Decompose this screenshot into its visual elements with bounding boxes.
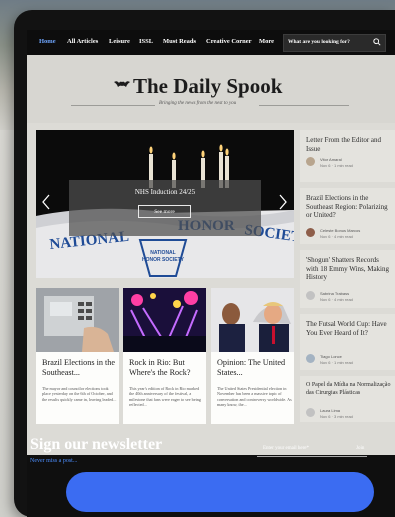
nav-leisure[interactable]: Leisure [109, 38, 130, 45]
sidebar-item[interactable]: The Futsal World Cup: Have You Ever Hear… [300, 314, 395, 370]
hero-slideshow[interactable]: NATIONAL HONOR SOCIETY NATIONAL HONOR SO… [36, 130, 294, 278]
card-excerpt: The United States Presidential election … [217, 386, 292, 407]
card-image [123, 288, 206, 352]
nav-more[interactable]: More [259, 38, 274, 45]
card-image [36, 288, 119, 352]
author-name: Laura Lima [320, 408, 341, 413]
card-title: Opinion: The United States... [217, 358, 286, 377]
nav-home[interactable]: Home [39, 38, 56, 45]
card-title: Rock in Rio: But Where's the Rock? [129, 358, 191, 377]
search-placeholder: What are you looking for? [288, 39, 350, 45]
nav-creative-corner[interactable]: Creative Corner [206, 38, 252, 45]
tagline: Bringing the news from the nest to you [159, 101, 237, 106]
divider [71, 105, 155, 106]
sidebar-item[interactable]: Letter From the Editor and Issue Vitor A… [300, 130, 395, 182]
svg-text:HONOR SOCIETY: HONOR SOCIETY [142, 257, 185, 263]
sidebar-item-title: Letter From the Editor and Issue [306, 136, 382, 153]
sidebar-item[interactable]: O Papel da Mídia na Normalização das Cir… [300, 376, 395, 422]
post-meta: Nov 6 · 3 min read [320, 414, 353, 419]
avatar [306, 354, 315, 363]
post-meta: Nov 6 · 4 min read [320, 297, 353, 302]
newsletter-subtitle: Never miss a post... [30, 458, 78, 464]
hero-caption: NHS Induction 24/25 See more [69, 180, 261, 236]
avatar [306, 157, 315, 166]
card-excerpt: This year's edition of Rock in Rio marke… [129, 386, 201, 407]
author-name: Sabrina Trabass [320, 291, 350, 296]
search-input[interactable]: What are you looking for? [283, 34, 386, 52]
nav-must-reads[interactable]: Must Reads [163, 38, 196, 45]
top-nav: Home All Articles Leisure ISSL Must Read… [27, 30, 395, 55]
nav-issl[interactable]: ISSL [139, 38, 153, 45]
bat-icon [114, 81, 130, 87]
article-card[interactable]: Opinion: The United States... The United… [211, 288, 294, 424]
sidebar-item[interactable]: 'Shogun' Shatters Records with 18 Emmy W… [300, 250, 395, 308]
avatar [306, 291, 315, 300]
chevron-left-icon[interactable] [41, 194, 51, 210]
email-field[interactable]: Enter your email here* [263, 446, 309, 451]
author-name: Vitor Amaral [320, 157, 342, 162]
card-image [211, 288, 294, 352]
see-more-button[interactable]: See more [138, 205, 191, 218]
nav-all-articles[interactable]: All Articles [67, 38, 98, 45]
post-meta: Nov 6 · 4 min read [320, 234, 353, 239]
floating-action-button[interactable] [66, 472, 374, 512]
post-meta: Nov 6 · 1 min read [320, 163, 353, 168]
newsletter-title: Sign our newsletter [30, 436, 163, 453]
svg-text:NATIONAL: NATIONAL [150, 250, 175, 256]
article-card[interactable]: Brazil Elections in the Southeast... The… [36, 288, 119, 424]
site-title[interactable]: The Daily Spook [133, 74, 282, 99]
avatar [306, 228, 315, 237]
divider [259, 105, 349, 106]
sidebar-item-title: O Papel da Mídia na Normalização das Cir… [306, 382, 391, 396]
card-excerpt: The mayor and councilor elections took p… [42, 386, 117, 402]
hero-title: NHS Induction 24/25 [134, 188, 196, 196]
sidebar-item-title: 'Shogun' Shatters Records with 18 Emmy W… [306, 256, 390, 282]
post-meta: Nov 6 · 1 min read [320, 360, 353, 365]
sidebar-item-title: The Futsal World Cup: Have You Ever Hear… [306, 320, 387, 337]
join-button[interactable]: Join [356, 446, 364, 451]
avatar [306, 408, 315, 417]
article-card[interactable]: Rock in Rio: But Where's the Rock? This … [123, 288, 206, 424]
chevron-right-icon[interactable] [278, 194, 288, 210]
sidebar-item[interactable]: Brazil Elections in the Southeast Region… [300, 188, 395, 244]
card-title: Brazil Elections in the Southeast... [42, 358, 115, 377]
search-icon[interactable] [373, 38, 381, 46]
email-field-underline [257, 456, 367, 457]
sidebar-articles: Letter From the Editor and Issue Vitor A… [300, 130, 395, 422]
author-name: Tiago Lonce [320, 354, 342, 359]
author-name: Celeste Bonus Marcos [320, 228, 361, 233]
sidebar-item-title: Brazil Elections in the Southeast Region… [306, 194, 388, 220]
